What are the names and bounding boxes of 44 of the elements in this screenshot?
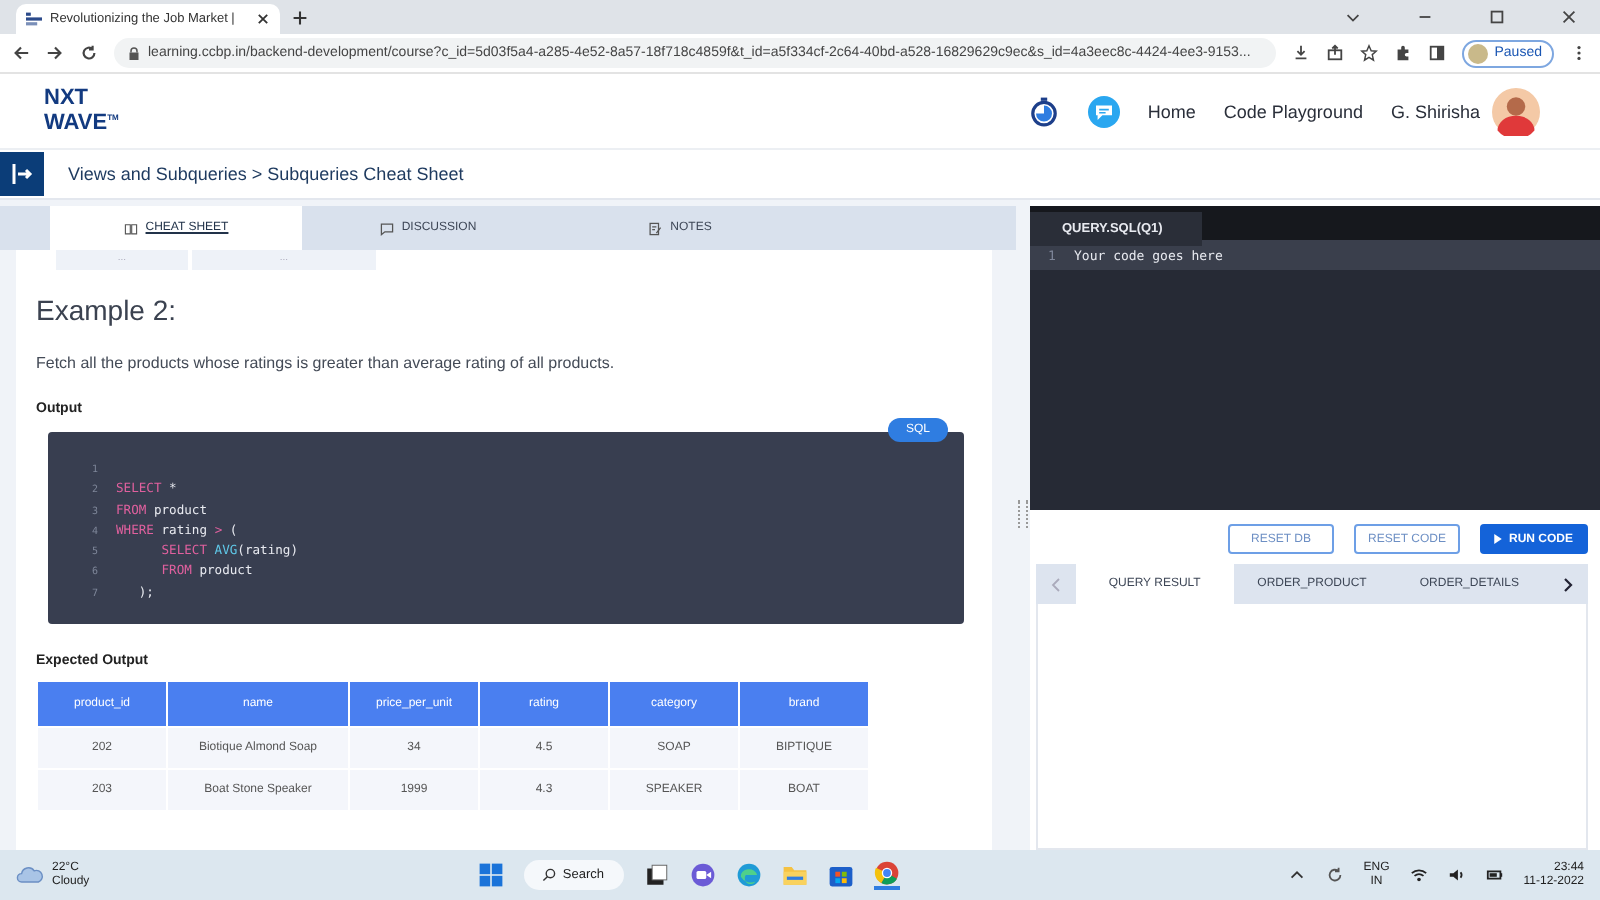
search-icon [542,868,557,882]
new-tab-icon[interactable] [292,10,308,26]
sidebar-icon[interactable] [1428,44,1447,62]
description-text: Fetch all the products whose ratings is greater than average rating of all products. [36,354,617,372]
close-icon[interactable] [256,12,270,26]
cloud-icon[interactable] [16,866,44,884]
chevron-up-icon[interactable] [1287,866,1306,884]
chat-icon [379,221,394,235]
nav-link[interactable]: Code Playground [1223,101,1363,121]
download-icon[interactable] [1292,44,1311,62]
sync-icon[interactable] [1325,866,1344,884]
windows-icon[interactable] [477,862,504,888]
star-icon[interactable] [1360,44,1379,62]
book-icon [123,221,138,235]
avatar-icon [1468,43,1489,63]
avatar-icon[interactable] [1492,87,1540,135]
share-icon[interactable] [1326,44,1345,62]
breadcrumb: Views and Subqueries > Subqueries Cheat Sheet [68,164,464,184]
speaker-icon[interactable] [1447,866,1466,884]
maximize-icon[interactable] [1488,8,1506,26]
chrome-icon[interactable] [873,860,900,890]
stopwatch-icon[interactable] [1027,95,1060,127]
puzzle-icon[interactable] [1394,44,1413,62]
user-name[interactable]: G. Shirisha [1390,101,1480,121]
back-icon[interactable] [12,44,30,62]
note-icon [648,221,663,235]
site-icon [26,12,42,26]
section-heading: Example 2: [36,294,179,326]
play-icon [1494,534,1503,544]
sidebar-toggle-icon[interactable] [0,152,44,196]
video-chat-icon[interactable] [689,862,716,888]
close-icon[interactable] [1560,8,1578,26]
wifi-icon[interactable] [1409,866,1428,884]
reload-icon[interactable] [80,44,98,62]
lock-icon [128,45,140,61]
chat-icon[interactable] [1087,95,1120,127]
store-icon[interactable] [827,862,854,888]
nav-link[interactable]: Home [1147,101,1196,121]
battery-icon[interactable] [1485,866,1504,884]
chevron-right-icon[interactable] [1562,575,1575,593]
task-view-icon[interactable] [643,862,670,888]
resize-handle[interactable] [1018,500,1028,528]
forward-icon[interactable] [46,44,64,62]
folder-icon[interactable] [781,862,808,888]
